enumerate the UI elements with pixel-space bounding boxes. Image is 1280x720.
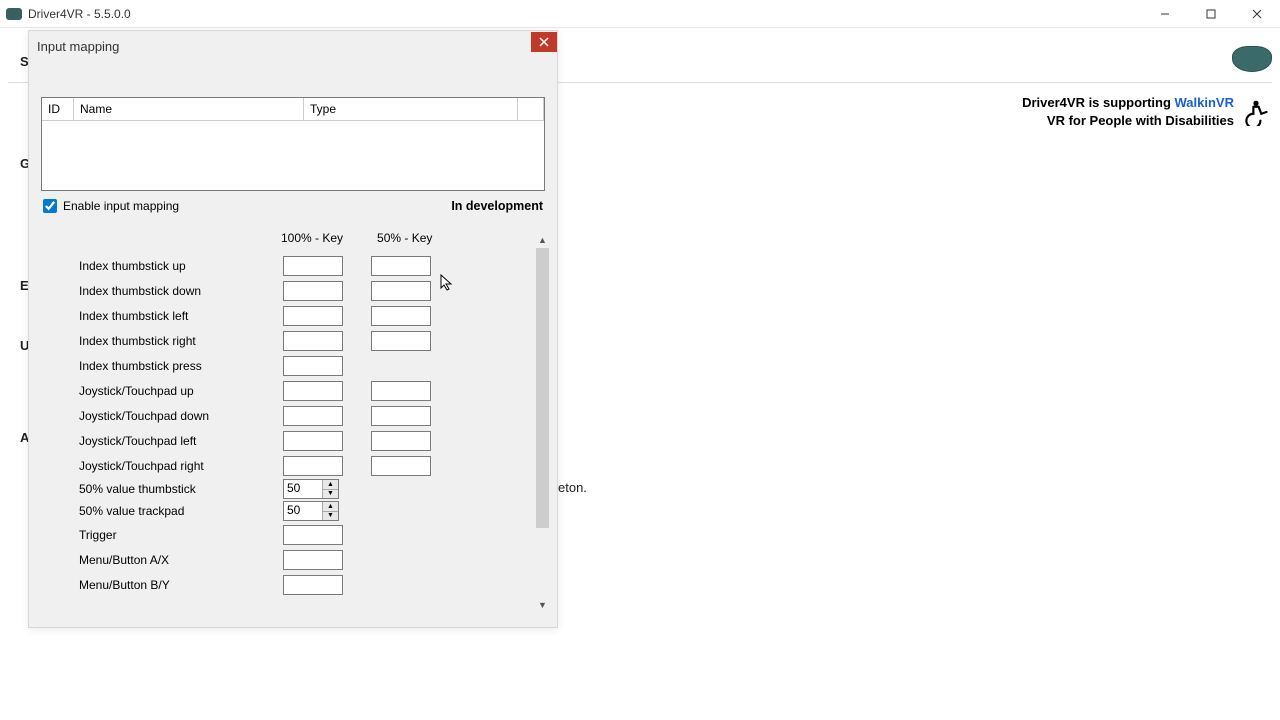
key-input-100[interactable] [283, 306, 343, 326]
spinner-down[interactable]: ▼ [323, 512, 338, 521]
key-input-50[interactable] [371, 431, 431, 451]
value-spinner[interactable]: 50▲▼ [283, 501, 339, 521]
mapping-label: Joystick/Touchpad right [79, 459, 283, 473]
promo-line2: VR for People with Disabilities [1022, 112, 1234, 130]
scroll-thumb[interactable] [536, 248, 549, 528]
titlebar: Driver4VR - 5.5.0.0 [0, 0, 1280, 28]
mapping-row: Index thumbstick down [33, 278, 553, 303]
mapping-row: Menu/Button A/X [33, 547, 553, 572]
enable-input-mapping-checkbox[interactable] [43, 199, 57, 213]
dialog-title: Input mapping [37, 39, 119, 54]
key-input-50[interactable] [371, 306, 431, 326]
key-input-100[interactable] [283, 456, 343, 476]
walkinvr-link[interactable]: WalkinVR [1175, 95, 1234, 110]
column-header-100: 100% - Key [281, 231, 343, 245]
key-input-50[interactable] [371, 381, 431, 401]
in-development-label: In development [451, 199, 543, 213]
key-input-50[interactable] [371, 406, 431, 426]
mapping-row: Joystick/Touchpad left [33, 428, 553, 453]
mapping-row: Index thumbstick right [33, 328, 553, 353]
key-input-100[interactable] [283, 550, 343, 570]
key-input-50[interactable] [371, 456, 431, 476]
key-input-100[interactable] [283, 575, 343, 595]
key-input-50[interactable] [371, 281, 431, 301]
scroll-up-arrow[interactable]: ▲ [534, 231, 551, 248]
maximize-button[interactable] [1188, 0, 1234, 28]
spinner-value[interactable]: 50 [284, 502, 322, 520]
mapping-row: Trigger [33, 522, 553, 547]
table-header-name: Name [74, 98, 304, 120]
key-input-100[interactable] [283, 381, 343, 401]
accessibility-icon [1242, 98, 1270, 126]
mapping-label: Index thumbstick right [79, 334, 283, 348]
key-input-50[interactable] [371, 256, 431, 276]
key-input-100[interactable] [283, 281, 343, 301]
mapping-label: Index thumbstick down [79, 284, 283, 298]
mapping-scroll-area: 100% - Key 50% - Key Index thumbstick up… [33, 231, 553, 613]
mapping-row: Index thumbstick up [33, 253, 553, 278]
scrollbar[interactable]: ▲ ▼ [534, 231, 551, 613]
input-mapping-dialog: Input mapping ID Name Type Enable input … [28, 30, 558, 628]
scroll-down-arrow[interactable]: ▼ [534, 596, 551, 613]
key-input-100[interactable] [283, 256, 343, 276]
window-controls [1142, 0, 1280, 28]
enable-input-mapping-label: Enable input mapping [63, 199, 179, 213]
mapping-label: Joystick/Touchpad up [79, 384, 283, 398]
brand-logo [1232, 46, 1272, 72]
mapping-row: Index thumbstick press [33, 353, 553, 378]
minimize-button[interactable] [1142, 0, 1188, 28]
mapping-row: Joystick/Touchpad up [33, 378, 553, 403]
mapping-label: 50% value trackpad [79, 504, 283, 518]
mapping-label: Trigger [79, 528, 283, 542]
device-table[interactable]: ID Name Type [41, 97, 545, 191]
key-input-50[interactable] [371, 331, 431, 351]
key-input-100[interactable] [283, 525, 343, 545]
mapping-row: Joystick/Touchpad down [33, 403, 553, 428]
mapping-label: Index thumbstick up [79, 259, 283, 273]
mapping-label: Menu/Button A/X [79, 553, 283, 567]
close-button[interactable] [1234, 0, 1280, 28]
promo-line1-prefix: Driver4VR is supporting [1022, 95, 1174, 110]
mapping-row: 50% value thumbstick50▲▼ [33, 478, 553, 500]
column-header-50: 50% - Key [377, 231, 432, 245]
truncated-text: eton. [558, 480, 587, 495]
table-header-id: ID [42, 98, 74, 120]
mapping-label: 50% value thumbstick [79, 482, 283, 496]
table-header-type: Type [304, 98, 518, 120]
mapping-row: Menu/Button B/Y [33, 572, 553, 597]
mapping-row: Joystick/Touchpad right [33, 453, 553, 478]
mapping-label: Index thumbstick left [79, 309, 283, 323]
spinner-up[interactable]: ▲ [323, 502, 338, 512]
key-input-100[interactable] [283, 406, 343, 426]
spinner-value[interactable]: 50 [284, 480, 322, 498]
mapping-row: 50% value trackpad50▲▼ [33, 500, 553, 522]
dialog-close-button[interactable] [531, 32, 557, 52]
key-input-100[interactable] [283, 431, 343, 451]
window-title: Driver4VR - 5.5.0.0 [28, 7, 131, 21]
spinner-up[interactable]: ▲ [323, 480, 338, 490]
mapping-row: Index thumbstick left [33, 303, 553, 328]
value-spinner[interactable]: 50▲▼ [283, 479, 339, 499]
key-input-100[interactable] [283, 331, 343, 351]
app-icon [6, 8, 22, 20]
spinner-down[interactable]: ▼ [323, 490, 338, 499]
main-area: Driver4VR is supporting WalkinVR VR for … [0, 28, 1280, 720]
mapping-label: Joystick/Touchpad left [79, 434, 283, 448]
mapping-label: Menu/Button B/Y [79, 578, 283, 592]
table-header-spacer [518, 98, 544, 120]
promo-banner: Driver4VR is supporting WalkinVR VR for … [1022, 94, 1270, 130]
mapping-label: Joystick/Touchpad down [79, 409, 283, 423]
key-input-100[interactable] [283, 356, 343, 376]
mapping-label: Index thumbstick press [79, 359, 283, 373]
